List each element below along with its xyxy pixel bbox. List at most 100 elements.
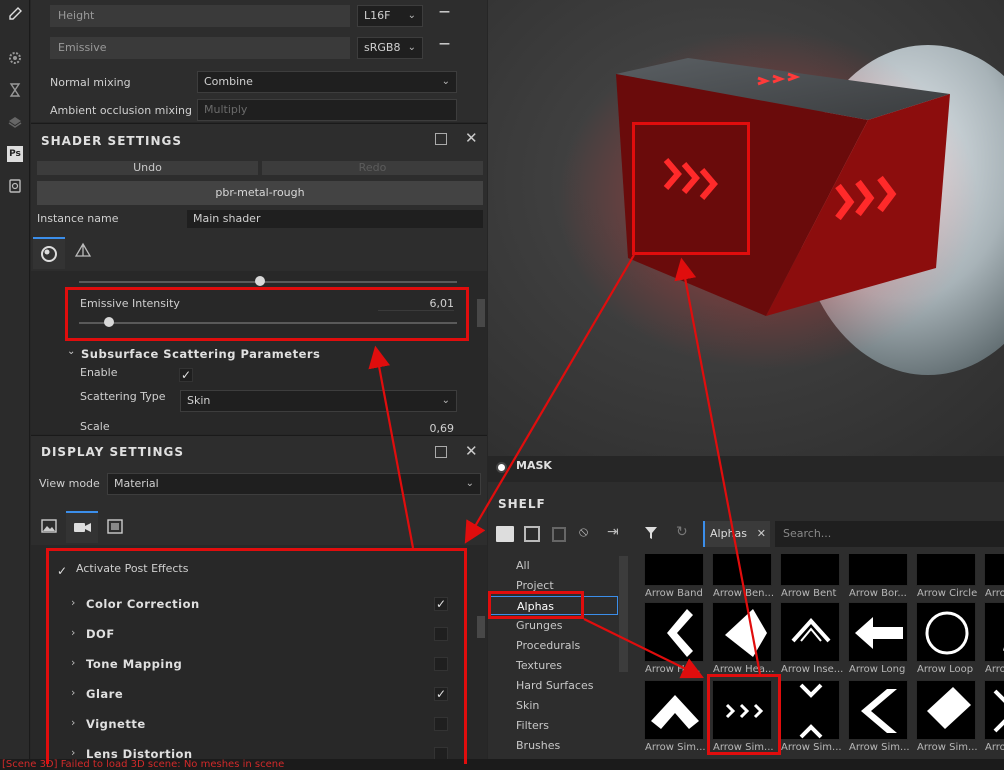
chevron-down-icon[interactable]: ⌄ xyxy=(67,346,75,357)
alpha-preview-icon xyxy=(781,554,841,587)
undock-icon[interactable] xyxy=(435,133,447,145)
remove-channel-button[interactable]: — xyxy=(439,37,450,50)
undo-button[interactable]: Undo xyxy=(37,161,258,175)
photoshop-icon[interactable]: Ps xyxy=(7,146,23,162)
shelf-alpha-caption: Arrow Band xyxy=(645,588,703,599)
shelf-alpha-caption: Arrow Inse... xyxy=(781,664,844,675)
shelf-alpha-tile[interactable] xyxy=(984,680,1004,740)
refresh-icon[interactable]: ↻ xyxy=(676,524,688,540)
scrollbar-thumb[interactable] xyxy=(477,616,485,638)
mask-icon xyxy=(496,462,507,473)
alpha-preview-icon xyxy=(849,554,909,587)
folder-icon[interactable] xyxy=(496,526,514,542)
select-value: Multiply xyxy=(204,103,248,116)
scrollbar-thumb[interactable] xyxy=(477,299,485,327)
shelf-alpha-tile[interactable] xyxy=(712,602,772,662)
tab-viewport[interactable] xyxy=(99,511,131,543)
shelf-alpha-tile[interactable] xyxy=(984,554,1004,586)
alpha-preview-icon xyxy=(925,611,969,655)
filter-tag-alphas[interactable]: Alphas ✕ xyxy=(703,521,770,547)
alpha-preview-icon xyxy=(1003,647,1004,651)
channel-emissive-format[interactable]: sRGB8 ⌄ xyxy=(357,37,423,59)
shelf-title: SHELF xyxy=(498,497,546,511)
prev-slider-track[interactable] xyxy=(79,281,457,283)
channel-height-format[interactable]: L16F ⌄ xyxy=(357,5,423,27)
scattering-type-select[interactable]: Skin ⌄ xyxy=(180,390,457,412)
chevron-down-icon: ⌄ xyxy=(407,10,416,21)
close-icon[interactable]: ✕ xyxy=(465,129,478,147)
shader-select-button[interactable]: pbr-metal-rough xyxy=(37,181,483,205)
tab-shader-wireframe[interactable] xyxy=(67,237,99,269)
tab-shader-parameters[interactable] xyxy=(33,237,65,269)
tab-camera[interactable] xyxy=(66,511,98,543)
shelf-category-item[interactable]: All xyxy=(488,556,618,575)
shelf-alpha-tile[interactable] xyxy=(916,554,976,586)
instance-name-input[interactable]: Main shader xyxy=(187,210,483,228)
shelf-category-item[interactable]: Skin xyxy=(488,696,618,715)
shelf-alpha-tile[interactable] xyxy=(916,602,976,662)
shelf-alpha-caption: Arrow Ben... xyxy=(713,588,775,599)
format-value: sRGB8 xyxy=(364,41,401,54)
import-icon[interactable]: ⇥ xyxy=(607,524,619,540)
remove-channel-button[interactable]: — xyxy=(439,5,450,18)
undock-icon[interactable] xyxy=(435,446,447,458)
shelf-alpha-tile[interactable] xyxy=(780,602,840,662)
annotation-box-emissive xyxy=(65,287,469,341)
shelf-alpha-tile[interactable] xyxy=(644,602,704,662)
alpha-preview-icon xyxy=(799,683,823,739)
shelf-alpha-tile[interactable] xyxy=(644,680,704,740)
scale-value[interactable]: 0,69 xyxy=(411,422,455,435)
shelf-category-item[interactable]: Textures xyxy=(488,656,618,675)
tab-environment[interactable] xyxy=(33,511,65,543)
shelf-alpha-tile[interactable] xyxy=(848,680,908,740)
alpha-preview-icon xyxy=(985,554,1004,587)
ao-mixing-select[interactable]: Multiply xyxy=(197,99,457,121)
enable-checkbox[interactable]: ✓ xyxy=(179,368,193,382)
redo-button[interactable]: Redo xyxy=(262,161,483,175)
alpha-preview-icon xyxy=(725,609,767,657)
camera-icon[interactable] xyxy=(5,178,25,198)
view-mode-select[interactable]: Material ⌄ xyxy=(107,473,481,495)
shelf-alpha-caption: Arrow Sim... xyxy=(781,742,842,753)
select-value: Skin xyxy=(187,394,211,407)
close-icon[interactable]: ✕ xyxy=(465,442,478,460)
hide-icon[interactable]: ⦸ xyxy=(579,524,588,540)
alpha-preview-icon xyxy=(667,609,693,657)
layers-icon[interactable] xyxy=(5,114,25,134)
shelf-alpha-tile[interactable] xyxy=(712,554,772,586)
scrollbar-thumb[interactable] xyxy=(619,556,628,672)
hourglass-icon[interactable] xyxy=(5,82,25,102)
shelf-alpha-tile[interactable] xyxy=(916,680,976,740)
shelf-alpha-tile[interactable] xyxy=(984,602,1004,662)
shelf-alpha-caption: Arrow Loop xyxy=(917,664,974,675)
new-shelf-icon[interactable] xyxy=(524,526,540,542)
shelf-search-input[interactable]: Search... xyxy=(775,521,1004,547)
annotation-box-post-effects xyxy=(46,548,467,764)
gear-icon[interactable] xyxy=(5,50,25,70)
filter-icon[interactable] xyxy=(644,526,658,543)
shelf-alpha-tile[interactable] xyxy=(848,602,908,662)
shelf-alpha-tile[interactable] xyxy=(780,554,840,586)
texture-set-panel: Height L16F ⌄ — Emissive sRGB8 ⌄ — Normal … xyxy=(31,0,487,122)
close-icon[interactable]: ✕ xyxy=(757,521,766,547)
left-toolbar: Ps xyxy=(0,0,30,770)
normal-mixing-select[interactable]: Combine ⌄ xyxy=(197,71,457,93)
subsurface-section-title[interactable]: Subsurface Scattering Parameters xyxy=(81,347,320,361)
annotation-box-cube-arrow xyxy=(632,122,750,255)
eyedropper-icon[interactable] xyxy=(5,6,25,26)
alpha-preview-icon xyxy=(917,554,977,587)
save-icon[interactable] xyxy=(552,527,566,542)
channel-emissive-field[interactable]: Emissive xyxy=(50,37,350,59)
shelf-category-item[interactable]: Filters xyxy=(488,716,618,735)
scattering-type-label: Scattering Type xyxy=(80,390,166,403)
shelf-alpha-tile[interactable] xyxy=(848,554,908,586)
shelf-category-item[interactable]: Hard Surfaces xyxy=(488,676,618,695)
enable-label: Enable xyxy=(80,366,118,379)
shelf-alpha-tile[interactable] xyxy=(644,554,704,586)
channel-height-field[interactable]: Height xyxy=(50,5,350,27)
alpha-preview-icon xyxy=(651,695,699,729)
shelf-category-item[interactable]: Brushes xyxy=(488,736,618,755)
shelf-alpha-tile[interactable] xyxy=(780,680,840,740)
shelf-category-item[interactable]: Procedurals xyxy=(488,636,618,655)
alpha-preview-icon xyxy=(855,617,903,649)
